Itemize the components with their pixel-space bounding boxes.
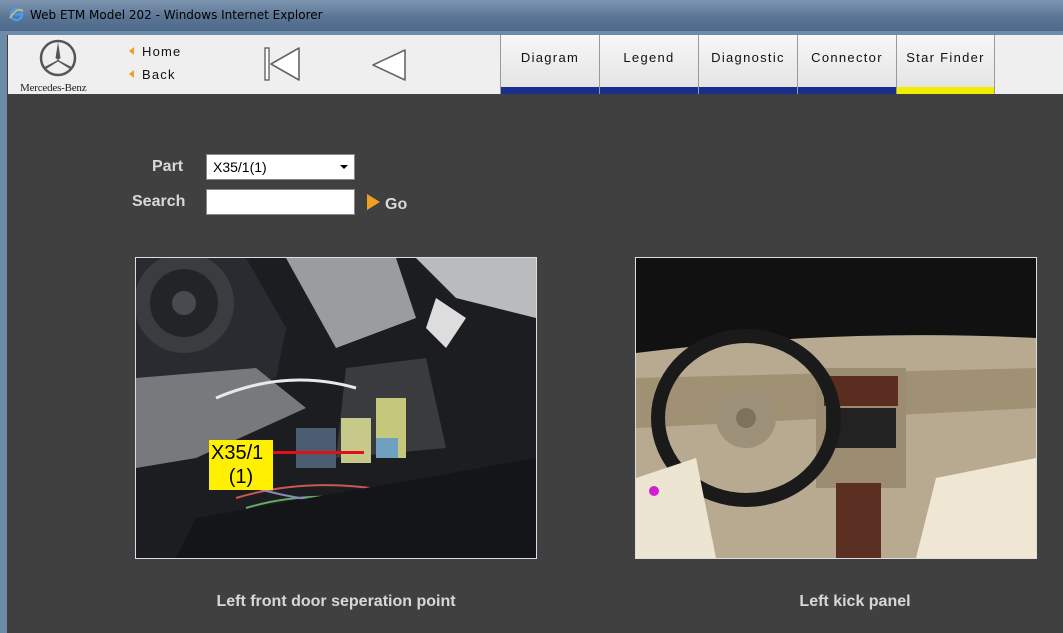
part-label: Part bbox=[152, 158, 184, 175]
part-select-value: X35/1(1) bbox=[213, 159, 267, 175]
home-link[interactable]: Home bbox=[129, 44, 181, 59]
tab-label: Diagram bbox=[520, 50, 580, 65]
photo-wiring-harness bbox=[136, 258, 536, 558]
tab-label: Legend bbox=[623, 50, 675, 65]
mercedes-logo[interactable]: Mercedes-Benz bbox=[18, 38, 98, 94]
back-label: Back bbox=[142, 67, 176, 82]
tab-indicator bbox=[600, 87, 698, 94]
home-label: Home bbox=[142, 44, 182, 59]
tab-diagnostic[interactable]: Diagnostic bbox=[698, 35, 797, 94]
window-title-bar: Web ETM Model 202 - Windows Internet Exp… bbox=[0, 0, 1063, 31]
go-label: Go bbox=[385, 196, 408, 213]
search-label: Search bbox=[132, 193, 186, 210]
photo-caption: Left kick panel bbox=[799, 593, 911, 610]
window-frame-left bbox=[0, 31, 7, 633]
tab-indicator bbox=[897, 87, 994, 94]
connector-callout[interactable]: X35/1 (1) bbox=[209, 440, 273, 490]
tab-label: Connector bbox=[811, 50, 883, 65]
play-arrow-icon bbox=[367, 194, 380, 210]
tab-indicator bbox=[699, 87, 797, 94]
arrow-left-icon bbox=[129, 47, 134, 55]
tab-label: Diagnostic bbox=[711, 50, 785, 65]
tab-legend[interactable]: Legend bbox=[599, 35, 698, 94]
brand-name: Mercedes-Benz bbox=[20, 82, 87, 94]
tab-indicator bbox=[798, 87, 896, 94]
mercedes-star-icon bbox=[39, 39, 77, 77]
back-link[interactable]: Back bbox=[129, 67, 176, 82]
first-page-icon[interactable] bbox=[262, 46, 302, 82]
app-toolbar: Mercedes-Benz Home Back Diagram Legend D… bbox=[8, 35, 1063, 94]
tab-star-finder[interactable]: Star Finder bbox=[896, 35, 995, 94]
tab-diagram[interactable]: Diagram bbox=[500, 35, 599, 94]
main-tabs: Diagram Legend Diagnostic Connector Star… bbox=[500, 35, 995, 94]
callout-part-id: X35/1 bbox=[211, 442, 264, 464]
callout-part-index: (1) bbox=[228, 466, 254, 488]
callout-pointer-line bbox=[273, 451, 364, 454]
tab-indicator bbox=[501, 87, 599, 94]
previous-page-icon[interactable] bbox=[370, 48, 408, 82]
part-select[interactable]: X35/1(1) bbox=[206, 154, 355, 180]
internet-explorer-icon bbox=[9, 7, 24, 22]
tab-connector[interactable]: Connector bbox=[797, 35, 896, 94]
photo-left-front-door[interactable] bbox=[135, 257, 537, 559]
photo-caption: Left front door seperation point bbox=[216, 593, 456, 610]
photo-left-kick-panel[interactable] bbox=[635, 257, 1037, 559]
chevron-down-icon bbox=[340, 165, 348, 169]
tab-label: Star Finder bbox=[906, 50, 985, 65]
window-title: Web ETM Model 202 - Windows Internet Exp… bbox=[30, 8, 323, 22]
arrow-left-icon bbox=[129, 70, 134, 78]
photo-dashboard bbox=[636, 258, 1036, 558]
search-input[interactable] bbox=[206, 189, 355, 215]
